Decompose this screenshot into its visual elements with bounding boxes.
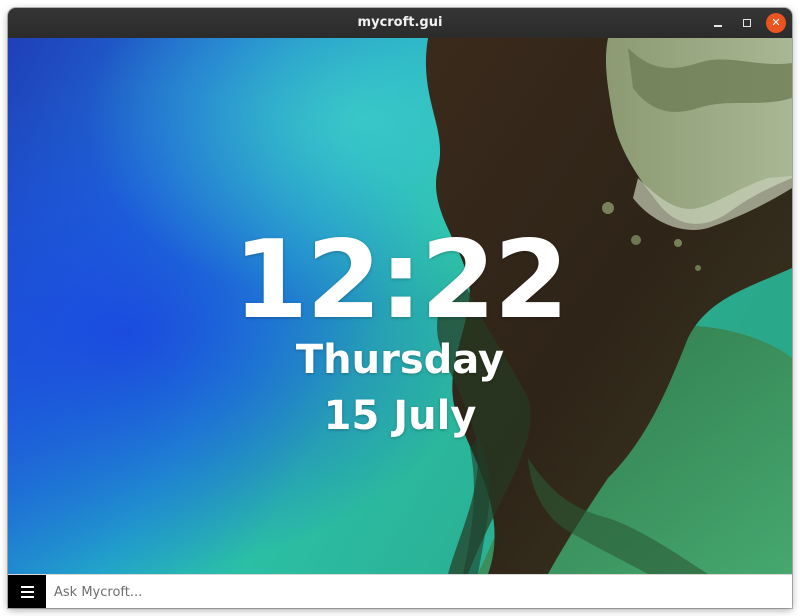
clock-date: 15 July — [323, 393, 477, 439]
close-icon: ✕ — [771, 16, 781, 29]
idle-screen: 12:22 Thursday 15 July — [8, 38, 792, 574]
app-window: mycroft.gui ✕ 12:22 Thursday 15 July Ask… — [8, 8, 792, 608]
close-button[interactable]: ✕ — [766, 13, 786, 33]
clock-weekday: Thursday — [295, 337, 505, 383]
window-title: mycroft.gui — [357, 15, 443, 30]
clock-time: 12:22 — [233, 218, 569, 343]
maximize-button[interactable] — [737, 13, 757, 33]
minimize-icon — [714, 25, 722, 27]
maximize-icon — [743, 19, 751, 27]
menu-button[interactable] — [8, 575, 46, 608]
minimize-button[interactable] — [708, 13, 728, 33]
title-bar[interactable]: mycroft.gui ✕ — [8, 8, 792, 38]
ask-mycroft-input[interactable] — [46, 575, 792, 608]
bottom-bar — [8, 574, 792, 608]
